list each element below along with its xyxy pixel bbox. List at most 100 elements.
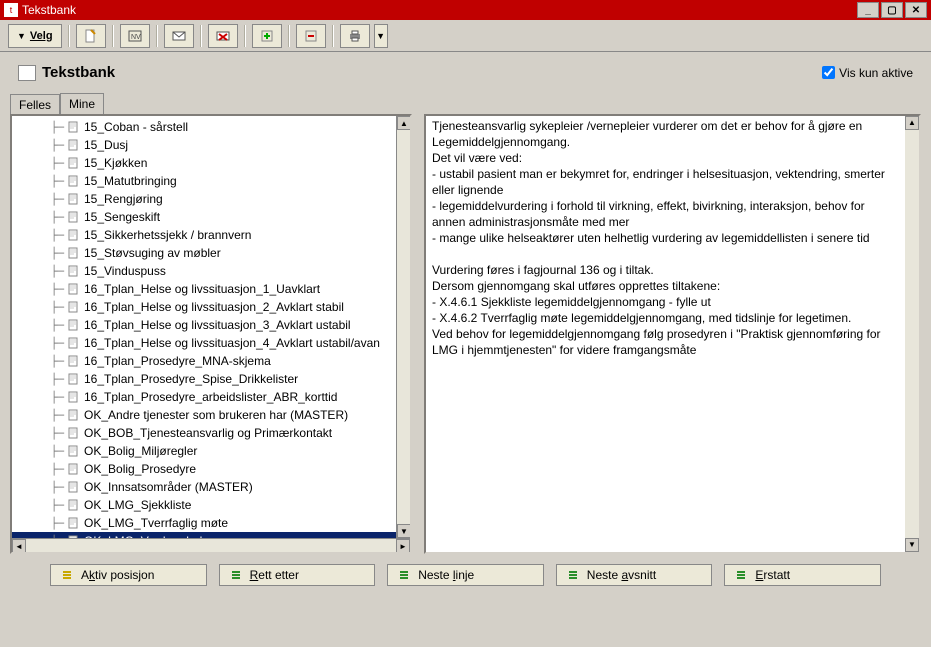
scroll-up-button[interactable]: ▲ — [397, 116, 411, 130]
tree-item-label: 15_Sikkerhetssjekk / brannvern — [84, 228, 251, 242]
tree-vertical-scrollbar[interactable]: ▲ ▼ — [396, 116, 410, 538]
tree-item-label: OK_Bolig_Prosedyre — [84, 462, 196, 476]
scroll-down-button[interactable]: ▼ — [905, 538, 919, 552]
tree-branch-icon: ├─ — [42, 265, 64, 278]
vis-kun-aktive-input[interactable] — [822, 66, 835, 79]
document-icon — [68, 157, 80, 169]
tree-item[interactable]: ├─OK_Bolig_Prosedyre — [12, 460, 410, 478]
document-icon — [68, 121, 80, 133]
tree-list[interactable]: ├─15_Coban - sårstell├─15_Dusj├─15_Kjøkk… — [12, 116, 410, 542]
footer-button[interactable]: Rett etter — [219, 564, 376, 586]
scroll-right-button[interactable]: ► — [396, 539, 410, 553]
separator — [200, 25, 202, 47]
minimize-button[interactable]: _ — [857, 2, 879, 18]
document-icon — [68, 481, 80, 493]
footer-button[interactable]: Neste avsnitt — [556, 564, 713, 586]
tree-item[interactable]: ├─16_Tplan_Helse og livssituasjon_4_Avkl… — [12, 334, 410, 352]
tree-item[interactable]: ├─15_Sengeskift — [12, 208, 410, 226]
tree-item[interactable]: ├─16_Tplan_Prosedyre_arbeidslister_ABR_k… — [12, 388, 410, 406]
tree-item[interactable]: ├─15_Coban - sårstell — [12, 118, 410, 136]
tab-mine[interactable]: Mine — [60, 93, 104, 114]
tree-branch-icon: ├─ — [42, 373, 64, 386]
tree-item[interactable]: ├─OK_BOB_Tjenesteansvarlig og Primærkont… — [12, 424, 410, 442]
footer-button-label: Neste linje — [418, 568, 474, 582]
scroll-track[interactable] — [905, 130, 919, 538]
document-icon — [68, 139, 80, 151]
tree-item[interactable]: ├─15_Støvsuging av møbler — [12, 244, 410, 262]
tree-item[interactable]: ├─ 16_Tplan_Helse og livssituasjon_2_Avkl… — [12, 298, 410, 316]
mail-delete-button[interactable] — [208, 24, 238, 48]
detail-vertical-scrollbar[interactable]: ▲ ▼ — [905, 116, 919, 552]
tree-item-label: 16_Tplan_Helse og livssituasjon_2_Avklar… — [84, 300, 344, 314]
detail-line: - X.4.6.2 Tverrfaglig møte legemiddelgje… — [432, 310, 897, 326]
tree-item-label: 15_Vinduspuss — [84, 264, 166, 278]
document-icon — [68, 355, 80, 367]
tree-branch-icon: ├─ — [42, 301, 64, 314]
close-button[interactable]: ✕ — [905, 2, 927, 18]
tree-item[interactable]: ├─15_Dusj — [12, 136, 410, 154]
document-icon — [68, 445, 80, 457]
footer-button[interactable]: Aktiv posisjon — [50, 564, 207, 586]
scroll-down-button[interactable]: ▼ — [397, 524, 411, 538]
scroll-track[interactable] — [26, 539, 396, 552]
detail-line: - ustabil pasient man er bekymret for, e… — [432, 166, 897, 198]
velg-label: Velg — [30, 30, 53, 42]
scroll-up-button[interactable]: ▲ — [905, 116, 919, 130]
title-bar: t Tekstbank _ ▢ ✕ — [0, 0, 931, 20]
tree-item[interactable]: ├─15_Matutbringing — [12, 172, 410, 190]
vis-kun-aktive-label: Vis kun aktive — [839, 66, 913, 80]
new-doc-button[interactable] — [76, 24, 106, 48]
separator — [156, 25, 158, 47]
footer-button[interactable]: Neste linje — [387, 564, 544, 586]
tree-item[interactable]: ├─15_Kjøkken — [12, 154, 410, 172]
tree-branch-icon: ├─ — [42, 517, 64, 530]
tree-item[interactable]: ├─15_Rengjøring — [12, 190, 410, 208]
tree-branch-icon: ├─ — [42, 157, 64, 170]
nv-button[interactable]: NV — [120, 24, 150, 48]
footer-button[interactable]: Erstatt — [724, 564, 881, 586]
velg-button[interactable]: ▼ Velg — [8, 24, 62, 48]
tab-felles[interactable]: Felles — [10, 94, 60, 115]
print-button[interactable] — [340, 24, 370, 48]
maximize-button[interactable]: ▢ — [881, 2, 903, 18]
window-title: Tekstbank — [22, 3, 857, 17]
add-button[interactable] — [252, 24, 282, 48]
tree-item[interactable]: ├─OK_Innsatsområder (MASTER) — [12, 478, 410, 496]
tree-item[interactable]: ├─16_Tplan_Helse og livssituasjon_1_Uavk… — [12, 280, 410, 298]
detail-line: Vurdering føres i fagjournal 136 og i ti… — [432, 262, 897, 278]
tree-item[interactable]: ├─OK_Andre tjenester som brukeren har (M… — [12, 406, 410, 424]
remove-button[interactable] — [296, 24, 326, 48]
tree-horizontal-scrollbar[interactable]: ◄ ► — [12, 538, 410, 552]
tree-pane: ├─15_Coban - sårstell├─15_Dusj├─15_Kjøkk… — [10, 114, 412, 554]
footer-actions: Aktiv posisjon Rett etter Neste linje Neste… — [0, 554, 931, 586]
mail-button[interactable] — [164, 24, 194, 48]
footer-button-label: Rett etter — [250, 568, 299, 582]
document-icon — [18, 65, 36, 81]
vis-kun-aktive-checkbox[interactable]: Vis kun aktive — [822, 66, 913, 80]
document-icon — [68, 175, 80, 187]
detail-text[interactable]: Tjenesteansvarlig sykepleier /vernepleie… — [426, 116, 919, 552]
tree-item-label: 16_Tplan_Helse og livssituasjon_3_Avklar… — [84, 318, 351, 332]
separator — [68, 25, 70, 47]
svg-text:NV: NV — [131, 34, 141, 41]
tree-item[interactable]: ├─OK_LMG_Sjekkliste — [12, 496, 410, 514]
toolbar: ▼ Velg NV ▼ — [0, 20, 931, 52]
tree-item[interactable]: ├─ 16_Tplan_Helse og livssituasjon_3_Avkl… — [12, 316, 410, 334]
tree-item[interactable]: ├─OK_Bolig_Miljøregler — [12, 442, 410, 460]
scroll-track[interactable] — [397, 130, 410, 524]
tree-item[interactable]: ├─ 15_Vinduspuss — [12, 262, 410, 280]
tree-branch-icon: ├─ — [42, 319, 64, 332]
document-icon — [68, 373, 80, 385]
tree-item[interactable]: ├─15_Sikkerhetssjekk / brannvern — [12, 226, 410, 244]
tree-branch-icon: ├─ — [42, 211, 64, 224]
tree-item[interactable]: ├─OK_LMG_Tverrfaglig møte — [12, 514, 410, 532]
plus-icon — [259, 28, 275, 44]
tree-item[interactable]: ├─16_Tplan_Prosedyre_MNA-skjema — [12, 352, 410, 370]
scroll-left-button[interactable]: ◄ — [12, 539, 26, 553]
tree-item-label: 15_Dusj — [84, 138, 128, 152]
print-dropdown[interactable]: ▼ — [374, 24, 388, 48]
tree-item[interactable]: ├─16_Tplan_Prosedyre_Spise_Drikkelister — [12, 370, 410, 388]
footer-button-label: Neste avsnitt — [587, 568, 656, 582]
detail-line: Dersom gjennomgang skal utføres opprette… — [432, 278, 897, 294]
tree-item-label: 15_Matutbringing — [84, 174, 177, 188]
